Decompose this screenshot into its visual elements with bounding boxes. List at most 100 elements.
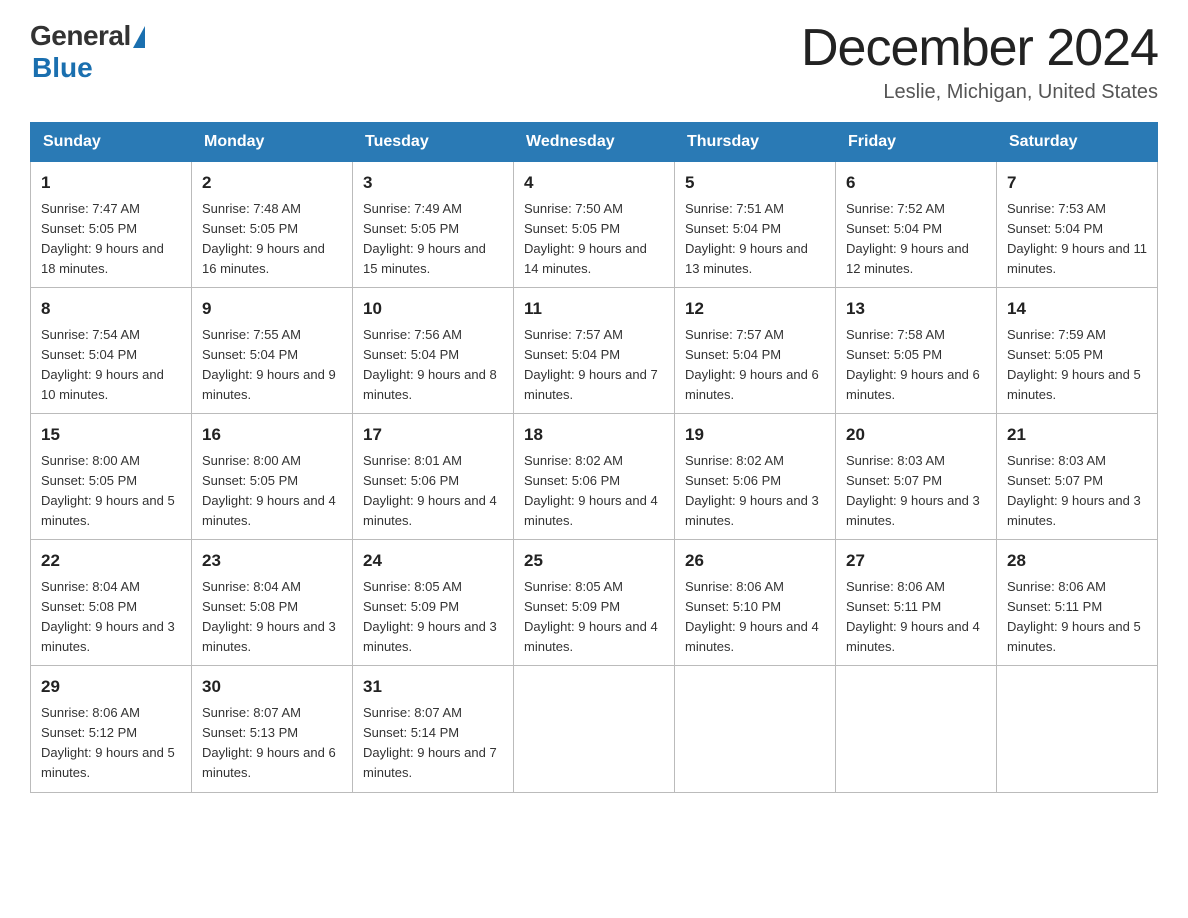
calendar-cell: 31 Sunrise: 8:07 AMSunset: 5:14 PMDaylig… [353, 666, 514, 792]
day-number: 1 [41, 170, 181, 196]
calendar-cell [997, 666, 1158, 792]
day-number: 2 [202, 170, 342, 196]
calendar-cell: 4 Sunrise: 7:50 AMSunset: 5:05 PMDayligh… [514, 162, 675, 288]
location-subtitle: Leslie, Michigan, United States [801, 81, 1158, 104]
calendar-week-row: 1 Sunrise: 7:47 AMSunset: 5:05 PMDayligh… [31, 162, 1158, 288]
day-number: 20 [846, 422, 986, 448]
sun-info: Sunrise: 8:03 AMSunset: 5:07 PMDaylight:… [1007, 453, 1141, 528]
sun-info: Sunrise: 8:07 AMSunset: 5:14 PMDaylight:… [363, 705, 497, 780]
sun-info: Sunrise: 8:00 AMSunset: 5:05 PMDaylight:… [202, 453, 336, 528]
sun-info: Sunrise: 8:02 AMSunset: 5:06 PMDaylight:… [685, 453, 819, 528]
day-number: 21 [1007, 422, 1147, 448]
calendar-cell: 29 Sunrise: 8:06 AMSunset: 5:12 PMDaylig… [31, 666, 192, 792]
sun-info: Sunrise: 8:06 AMSunset: 5:11 PMDaylight:… [846, 579, 980, 654]
sun-info: Sunrise: 7:57 AMSunset: 5:04 PMDaylight:… [524, 327, 658, 402]
day-number: 27 [846, 548, 986, 574]
calendar-cell: 17 Sunrise: 8:01 AMSunset: 5:06 PMDaylig… [353, 414, 514, 540]
calendar-cell: 15 Sunrise: 8:00 AMSunset: 5:05 PMDaylig… [31, 414, 192, 540]
day-number: 9 [202, 296, 342, 322]
sun-info: Sunrise: 8:00 AMSunset: 5:05 PMDaylight:… [41, 453, 175, 528]
day-number: 14 [1007, 296, 1147, 322]
sun-info: Sunrise: 8:04 AMSunset: 5:08 PMDaylight:… [41, 579, 175, 654]
day-number: 4 [524, 170, 664, 196]
calendar-cell: 8 Sunrise: 7:54 AMSunset: 5:04 PMDayligh… [31, 288, 192, 414]
column-header-friday: Friday [836, 123, 997, 162]
calendar-cell: 21 Sunrise: 8:03 AMSunset: 5:07 PMDaylig… [997, 414, 1158, 540]
calendar-table: SundayMondayTuesdayWednesdayThursdayFrid… [30, 122, 1158, 792]
sun-info: Sunrise: 8:06 AMSunset: 5:10 PMDaylight:… [685, 579, 819, 654]
calendar-week-row: 8 Sunrise: 7:54 AMSunset: 5:04 PMDayligh… [31, 288, 1158, 414]
day-number: 7 [1007, 170, 1147, 196]
column-header-saturday: Saturday [997, 123, 1158, 162]
calendar-cell: 6 Sunrise: 7:52 AMSunset: 5:04 PMDayligh… [836, 162, 997, 288]
calendar-cell [836, 666, 997, 792]
day-number: 17 [363, 422, 503, 448]
calendar-cell: 14 Sunrise: 7:59 AMSunset: 5:05 PMDaylig… [997, 288, 1158, 414]
sun-info: Sunrise: 7:51 AMSunset: 5:04 PMDaylight:… [685, 201, 808, 276]
sun-info: Sunrise: 7:59 AMSunset: 5:05 PMDaylight:… [1007, 327, 1141, 402]
day-number: 30 [202, 674, 342, 700]
sun-info: Sunrise: 7:53 AMSunset: 5:04 PMDaylight:… [1007, 201, 1147, 276]
day-number: 18 [524, 422, 664, 448]
calendar-cell: 19 Sunrise: 8:02 AMSunset: 5:06 PMDaylig… [675, 414, 836, 540]
sun-info: Sunrise: 7:58 AMSunset: 5:05 PMDaylight:… [846, 327, 980, 402]
day-number: 23 [202, 548, 342, 574]
calendar-week-row: 29 Sunrise: 8:06 AMSunset: 5:12 PMDaylig… [31, 666, 1158, 792]
calendar-cell: 25 Sunrise: 8:05 AMSunset: 5:09 PMDaylig… [514, 540, 675, 666]
sun-info: Sunrise: 7:56 AMSunset: 5:04 PMDaylight:… [363, 327, 497, 402]
day-number: 31 [363, 674, 503, 700]
day-number: 15 [41, 422, 181, 448]
calendar-cell: 1 Sunrise: 7:47 AMSunset: 5:05 PMDayligh… [31, 162, 192, 288]
column-header-sunday: Sunday [31, 123, 192, 162]
day-number: 6 [846, 170, 986, 196]
logo-triangle-icon [133, 26, 145, 48]
calendar-cell: 3 Sunrise: 7:49 AMSunset: 5:05 PMDayligh… [353, 162, 514, 288]
day-number: 11 [524, 296, 664, 322]
column-header-wednesday: Wednesday [514, 123, 675, 162]
title-block: December 2024 Leslie, Michigan, United S… [801, 20, 1158, 104]
day-number: 19 [685, 422, 825, 448]
logo: General Blue [30, 20, 145, 84]
logo-general-text: General [30, 20, 131, 52]
sun-info: Sunrise: 8:03 AMSunset: 5:07 PMDaylight:… [846, 453, 980, 528]
sun-info: Sunrise: 8:05 AMSunset: 5:09 PMDaylight:… [363, 579, 497, 654]
column-header-tuesday: Tuesday [353, 123, 514, 162]
calendar-cell: 7 Sunrise: 7:53 AMSunset: 5:04 PMDayligh… [997, 162, 1158, 288]
calendar-cell: 26 Sunrise: 8:06 AMSunset: 5:10 PMDaylig… [675, 540, 836, 666]
calendar-cell: 12 Sunrise: 7:57 AMSunset: 5:04 PMDaylig… [675, 288, 836, 414]
day-number: 3 [363, 170, 503, 196]
column-header-thursday: Thursday [675, 123, 836, 162]
calendar-cell: 18 Sunrise: 8:02 AMSunset: 5:06 PMDaylig… [514, 414, 675, 540]
calendar-cell: 9 Sunrise: 7:55 AMSunset: 5:04 PMDayligh… [192, 288, 353, 414]
calendar-cell: 5 Sunrise: 7:51 AMSunset: 5:04 PMDayligh… [675, 162, 836, 288]
sun-info: Sunrise: 7:54 AMSunset: 5:04 PMDaylight:… [41, 327, 164, 402]
sun-info: Sunrise: 8:06 AMSunset: 5:12 PMDaylight:… [41, 705, 175, 780]
calendar-cell: 30 Sunrise: 8:07 AMSunset: 5:13 PMDaylig… [192, 666, 353, 792]
day-number: 28 [1007, 548, 1147, 574]
calendar-header-row: SundayMondayTuesdayWednesdayThursdayFrid… [31, 123, 1158, 162]
sun-info: Sunrise: 8:05 AMSunset: 5:09 PMDaylight:… [524, 579, 658, 654]
sun-info: Sunrise: 8:06 AMSunset: 5:11 PMDaylight:… [1007, 579, 1141, 654]
calendar-cell: 22 Sunrise: 8:04 AMSunset: 5:08 PMDaylig… [31, 540, 192, 666]
sun-info: Sunrise: 7:48 AMSunset: 5:05 PMDaylight:… [202, 201, 325, 276]
calendar-week-row: 22 Sunrise: 8:04 AMSunset: 5:08 PMDaylig… [31, 540, 1158, 666]
sun-info: Sunrise: 7:50 AMSunset: 5:05 PMDaylight:… [524, 201, 647, 276]
calendar-cell: 16 Sunrise: 8:00 AMSunset: 5:05 PMDaylig… [192, 414, 353, 540]
day-number: 13 [846, 296, 986, 322]
calendar-cell: 23 Sunrise: 8:04 AMSunset: 5:08 PMDaylig… [192, 540, 353, 666]
calendar-cell: 13 Sunrise: 7:58 AMSunset: 5:05 PMDaylig… [836, 288, 997, 414]
sun-info: Sunrise: 7:55 AMSunset: 5:04 PMDaylight:… [202, 327, 336, 402]
calendar-cell [675, 666, 836, 792]
sun-info: Sunrise: 8:04 AMSunset: 5:08 PMDaylight:… [202, 579, 336, 654]
sun-info: Sunrise: 8:07 AMSunset: 5:13 PMDaylight:… [202, 705, 336, 780]
day-number: 5 [685, 170, 825, 196]
day-number: 8 [41, 296, 181, 322]
day-number: 25 [524, 548, 664, 574]
day-number: 24 [363, 548, 503, 574]
calendar-week-row: 15 Sunrise: 8:00 AMSunset: 5:05 PMDaylig… [31, 414, 1158, 540]
sun-info: Sunrise: 7:49 AMSunset: 5:05 PMDaylight:… [363, 201, 486, 276]
calendar-cell: 11 Sunrise: 7:57 AMSunset: 5:04 PMDaylig… [514, 288, 675, 414]
calendar-cell: 27 Sunrise: 8:06 AMSunset: 5:11 PMDaylig… [836, 540, 997, 666]
day-number: 22 [41, 548, 181, 574]
page-header: General Blue December 2024 Leslie, Michi… [30, 20, 1158, 104]
